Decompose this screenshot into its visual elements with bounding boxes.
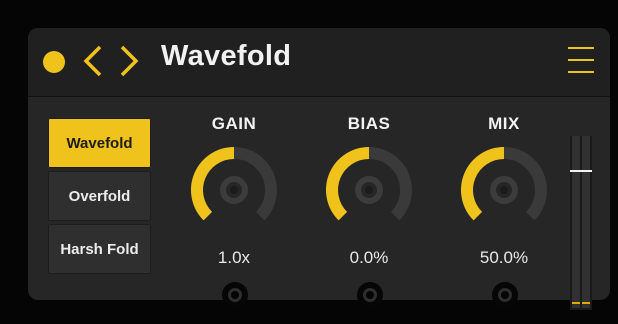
plugin-panel: Wavefold Wavefold Overfold Harsh Fold GA… <box>28 28 610 310</box>
mode-selector: Wavefold Overfold Harsh Fold <box>48 118 151 277</box>
plugin-title: Wavefold <box>161 40 292 72</box>
mix-control: MIX 50.0% <box>449 114 559 268</box>
bias-label: BIAS <box>347 114 391 133</box>
mix-label: MIX <box>488 114 520 133</box>
bias-knob[interactable] <box>321 142 417 238</box>
chevron-left-icon[interactable] <box>80 42 106 80</box>
meter-bar-left <box>572 136 580 308</box>
gain-knob[interactable] <box>186 142 282 238</box>
meter-level-left <box>572 302 580 305</box>
mode-button-harsh-fold[interactable]: Harsh Fold <box>48 224 151 274</box>
knob-value-arc <box>326 147 370 221</box>
meter-level-right <box>582 302 590 305</box>
chevron-right-icon[interactable] <box>116 42 142 80</box>
bias-value: 0.0% <box>349 248 389 267</box>
gain-control: GAIN 1.0x <box>179 114 289 268</box>
mix-value: 50.0% <box>479 248 529 267</box>
bias-modulation-port[interactable] <box>357 282 383 308</box>
meter-bar-right <box>582 136 590 308</box>
mode-button-wavefold[interactable]: Wavefold <box>48 118 151 168</box>
knob-center-dot <box>500 186 508 194</box>
gain-label: GAIN <box>211 114 257 133</box>
knob-value-arc <box>461 147 505 221</box>
power-dot-icon[interactable] <box>43 51 65 73</box>
bias-control: BIAS 0.0% <box>314 114 424 268</box>
gain-value: 1.0x <box>217 248 251 267</box>
hamburger-menu-icon[interactable] <box>568 47 594 75</box>
knob-value-arc <box>191 147 235 221</box>
knob-center-dot <box>365 186 373 194</box>
meter-fader-handle[interactable] <box>570 170 592 172</box>
output-level-meter[interactable] <box>570 136 592 310</box>
mix-knob[interactable] <box>456 142 552 238</box>
header-bar: Wavefold <box>28 28 610 97</box>
mode-button-overfold[interactable]: Overfold <box>48 171 151 221</box>
gain-modulation-port[interactable] <box>222 282 248 308</box>
mix-modulation-port[interactable] <box>492 282 518 308</box>
knob-center-dot <box>230 186 238 194</box>
